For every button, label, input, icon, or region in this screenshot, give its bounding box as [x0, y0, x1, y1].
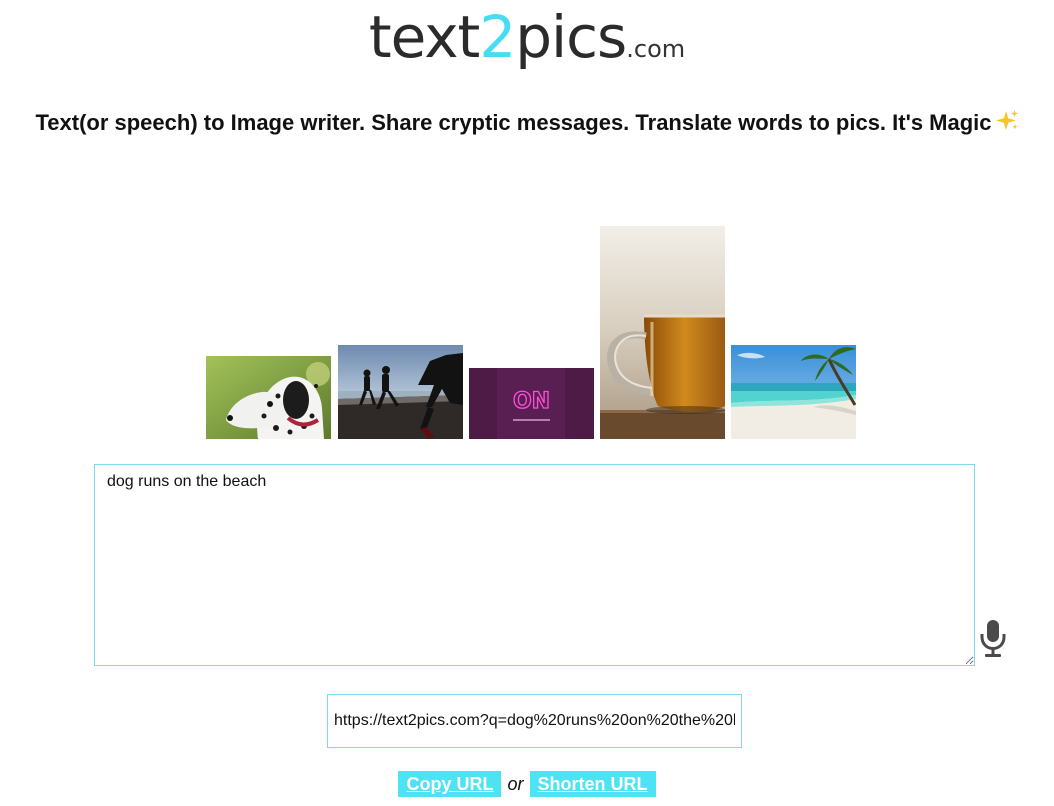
sparkles-icon: [995, 110, 1018, 130]
album-cover-image[interactable]: ON: [469, 368, 594, 439]
tagline-text: Text(or speech) to Image writer. Share c…: [35, 110, 992, 135]
dalmatian-image[interactable]: [206, 356, 331, 439]
album-cover-text: ON: [513, 389, 550, 414]
url-actions: Copy URL or Shorten URL: [0, 771, 1054, 797]
tea-cup-image[interactable]: [600, 226, 725, 439]
site-logo: text2pics.com: [368, 3, 686, 71]
runners-image[interactable]: [338, 345, 463, 439]
or-separator: or: [507, 774, 524, 794]
copy-url-button[interactable]: Copy URL: [398, 771, 502, 797]
tagline: Text(or speech) to Image writer. Share c…: [0, 108, 1054, 138]
message-input[interactable]: dog runs on the beach: [94, 464, 975, 666]
microphone-icon[interactable]: [979, 619, 1007, 659]
shorten-url-button[interactable]: Shorten URL: [529, 771, 656, 797]
share-url-field[interactable]: [327, 694, 742, 748]
beach-image[interactable]: [731, 345, 856, 439]
